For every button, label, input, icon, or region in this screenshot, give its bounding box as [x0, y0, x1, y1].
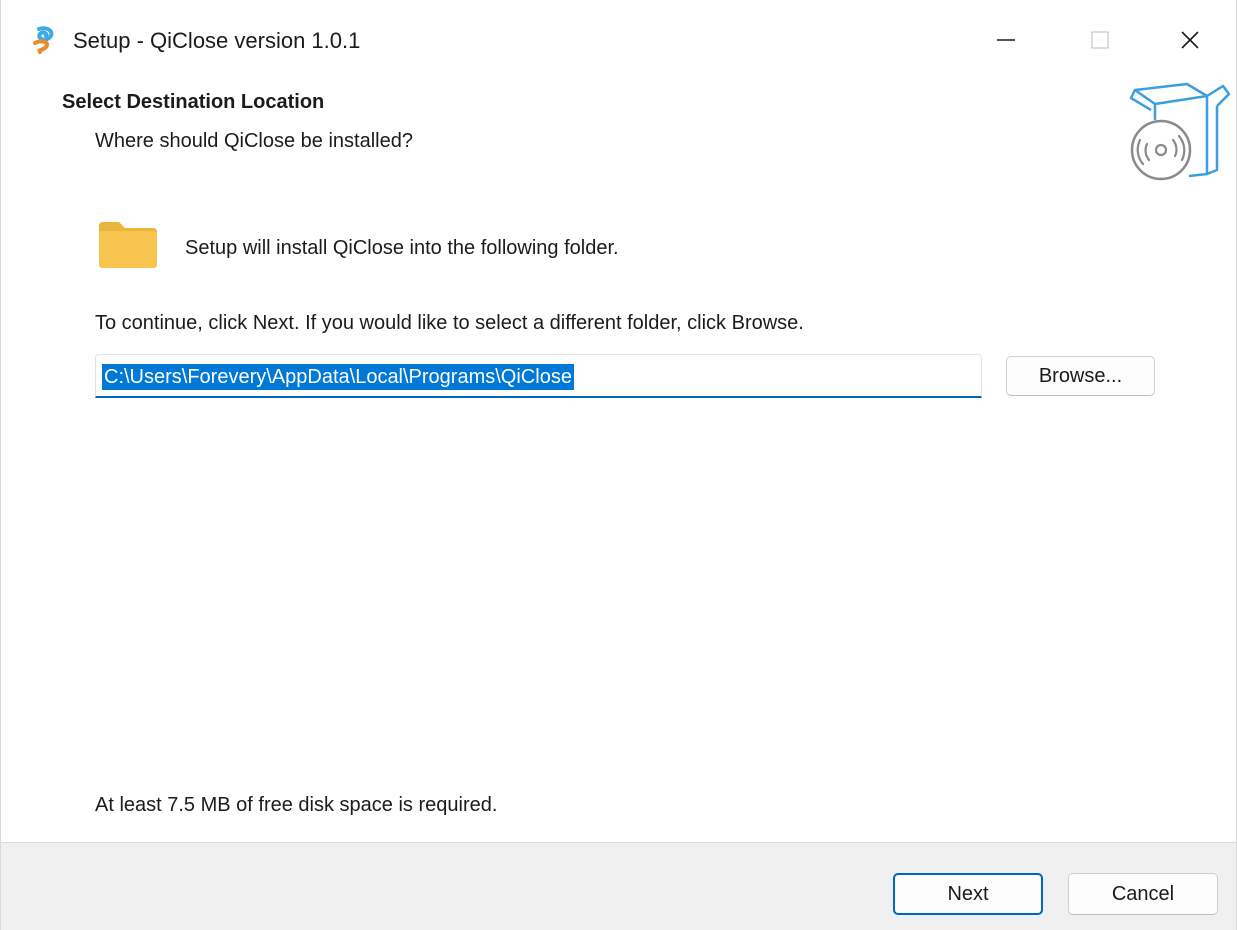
destination-path-value: C:\Users\Forevery\AppData\Local\Programs…: [102, 364, 574, 390]
next-button[interactable]: Next: [893, 873, 1043, 915]
maximize-icon: [1091, 31, 1109, 49]
disk-space-requirement: At least 7.5 MB of free disk space is re…: [95, 794, 498, 816]
page-title: Select Destination Location: [62, 91, 325, 113]
title-bar[interactable]: Setup - QiClose version 1.0.1: [1, 0, 1236, 82]
footer-bar: Next Cancel: [1, 842, 1236, 930]
page-subtitle: Where should QiClose be installed?: [95, 130, 413, 152]
folder-icon: [99, 222, 157, 268]
destination-path-input[interactable]: C:\Users\Forevery\AppData\Local\Programs…: [95, 354, 982, 398]
cancel-button[interactable]: Cancel: [1068, 873, 1218, 915]
maximize-button[interactable]: [1077, 18, 1123, 62]
continue-instruction: To continue, click Next. If you would li…: [95, 312, 804, 334]
close-button[interactable]: [1167, 18, 1213, 62]
window-title: Setup - QiClose version 1.0.1: [73, 28, 361, 53]
close-icon: [1181, 31, 1199, 49]
software-box-disc-icon: [1129, 82, 1231, 181]
install-description: Setup will install QiClose into the foll…: [185, 237, 619, 259]
minimize-icon: [997, 39, 1015, 41]
minimize-button[interactable]: [983, 18, 1029, 62]
qiclose-app-icon: [33, 26, 54, 54]
setup-window: Setup - QiClose version 1.0.1 Select Des…: [0, 0, 1237, 930]
browse-button[interactable]: Browse...: [1006, 356, 1155, 396]
